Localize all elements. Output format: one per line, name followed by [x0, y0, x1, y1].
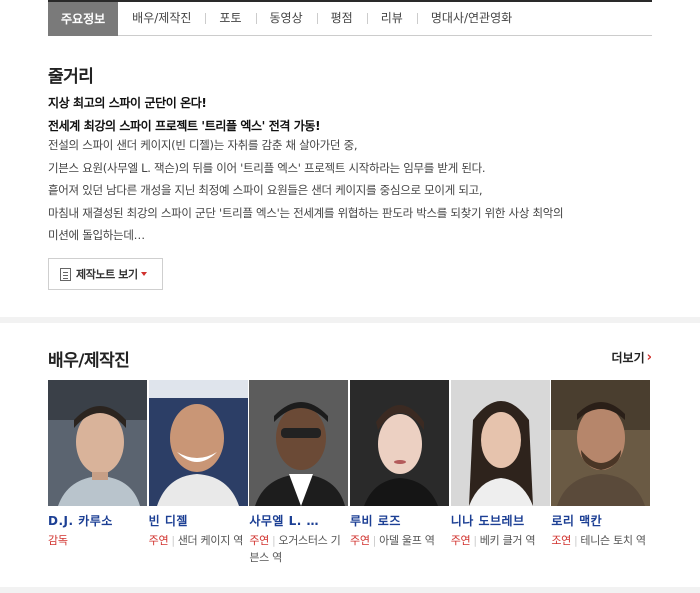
synopsis-line: 마침내 재결성된 최강의 스파이 군단 '트리플 엑스'는 전세계를 위협하는 … [48, 206, 564, 220]
cast-name[interactable]: 루비 로즈 [350, 512, 451, 529]
cast-item[interactable]: 사무엘 L. … 주연 | 오거스터스 기븐스 역 [249, 380, 350, 566]
role-type: 주연 [249, 534, 269, 547]
cast-photo[interactable] [551, 380, 651, 506]
section-divider [0, 587, 700, 593]
chevron-right-icon: › [646, 350, 652, 365]
cast-role: 조연 | 테니슨 토치 역 [551, 534, 646, 547]
cast-role: 주연 | 베키 클거 역 [450, 534, 536, 547]
synopsis-line: 전설의 스파이 샌더 케이지(빈 디젤)는 자취를 감춘 채 살아가던 중, [48, 138, 358, 152]
cast-photo[interactable] [148, 380, 248, 506]
role-type: 주연 [450, 534, 471, 547]
cast-role: 주연 | 오거스터스 기븐스 역 [249, 534, 341, 564]
cast-photo[interactable] [350, 380, 450, 506]
cast-more-link[interactable]: 더보기 › [612, 349, 652, 366]
production-notes-button[interactable]: 제작노트 보기 [48, 258, 163, 290]
role-type: 조연 [551, 534, 571, 547]
tab-photo[interactable]: 포토 [205, 1, 255, 35]
portrait-image [249, 380, 349, 506]
portrait-image [551, 380, 651, 506]
section-divider [0, 317, 700, 323]
portrait-image [148, 380, 248, 506]
cast-item[interactable]: 로리 맥칸 조연 | 테니슨 토치 역 [551, 380, 652, 566]
portrait-image [450, 380, 550, 506]
tab-main-info[interactable]: 주요정보 [48, 1, 119, 36]
synopsis-headline-2: 전세계 최강의 스파이 프로젝트 '트리플 엑스' 전격 가동! [48, 119, 321, 133]
cast-item[interactable]: 빈 디젤 주연 | 샌더 케이지 역 [148, 380, 250, 566]
tab-quotes-related[interactable]: 명대사/연관영화 [416, 1, 526, 35]
cast-photo[interactable] [48, 380, 147, 506]
synopsis-headline-1: 지상 최고의 스파이 군단이 온다! [48, 96, 207, 110]
portrait-image [48, 380, 147, 506]
tab-rating[interactable]: 평점 [316, 1, 367, 35]
cast-name[interactable]: D.J. 카루소 [48, 512, 149, 529]
more-label: 더보기 [611, 351, 645, 365]
role-name: 베키 클거 역 [479, 534, 536, 547]
cast-role: 주연 | 아델 울프 역 [350, 534, 435, 547]
cast-photo[interactable] [249, 380, 349, 506]
cast-item[interactable]: 니나 도브레브 주연 | 베키 클거 역 [450, 380, 552, 566]
synopsis-line: 미션에 돌입하는데… [48, 228, 145, 242]
cast-list: D.J. 카루소 감독 빈 디젤 주연 | 샌더 케이지 역 사무엘 L. … … [48, 380, 652, 566]
tab-video[interactable]: 동영상 [255, 1, 317, 35]
portrait-image [350, 380, 450, 506]
cast-item[interactable]: 루비 로즈 주연 | 아델 울프 역 [350, 380, 451, 566]
role-type: 주연 [350, 534, 370, 547]
synopsis-line: 기븐스 요원(사무엘 L. 잭슨)의 뒤를 이어 '트리플 엑스' 프로젝트 시… [48, 161, 486, 175]
cast-role: 감독 [48, 532, 149, 549]
cast-role: 주연 | 샌더 케이지 역 [148, 534, 244, 547]
cast-item[interactable]: D.J. 카루소 감독 [48, 380, 149, 566]
role-name: 아델 울프 역 [379, 534, 435, 547]
synopsis-title: 줄거리 [48, 67, 94, 87]
cast-name[interactable]: 니나 도브레브 [451, 512, 552, 529]
role-type: 감독 [48, 534, 68, 547]
tab-cast-crew[interactable]: 배우/제작진 [118, 1, 205, 35]
tab-review[interactable]: 리뷰 [366, 1, 417, 35]
role-name: 샌더 케이지 역 [177, 534, 244, 547]
synopsis-line: 흩어져 있던 남다른 개성을 지닌 최정예 스파이 요원들은 샌더 케이지를 중… [48, 183, 483, 197]
cast-photo[interactable] [450, 380, 550, 506]
document-icon [60, 267, 71, 281]
cast-name[interactable]: 빈 디젤 [149, 512, 250, 529]
cast-name[interactable]: 사무엘 L. … [249, 512, 350, 529]
production-notes-label: 제작노트 보기 [76, 268, 138, 281]
cast-section-title: 배우/제작진 [48, 351, 130, 371]
cast-name[interactable]: 로리 맥칸 [551, 512, 652, 529]
caret-down-icon [140, 272, 147, 276]
main-tab-bar: 주요정보 배우/제작진 포토 동영상 평점 리뷰 명대사/연관영화 [48, 0, 652, 36]
role-type: 주연 [148, 534, 169, 547]
role-name: 테니슨 토치 역 [580, 534, 646, 547]
